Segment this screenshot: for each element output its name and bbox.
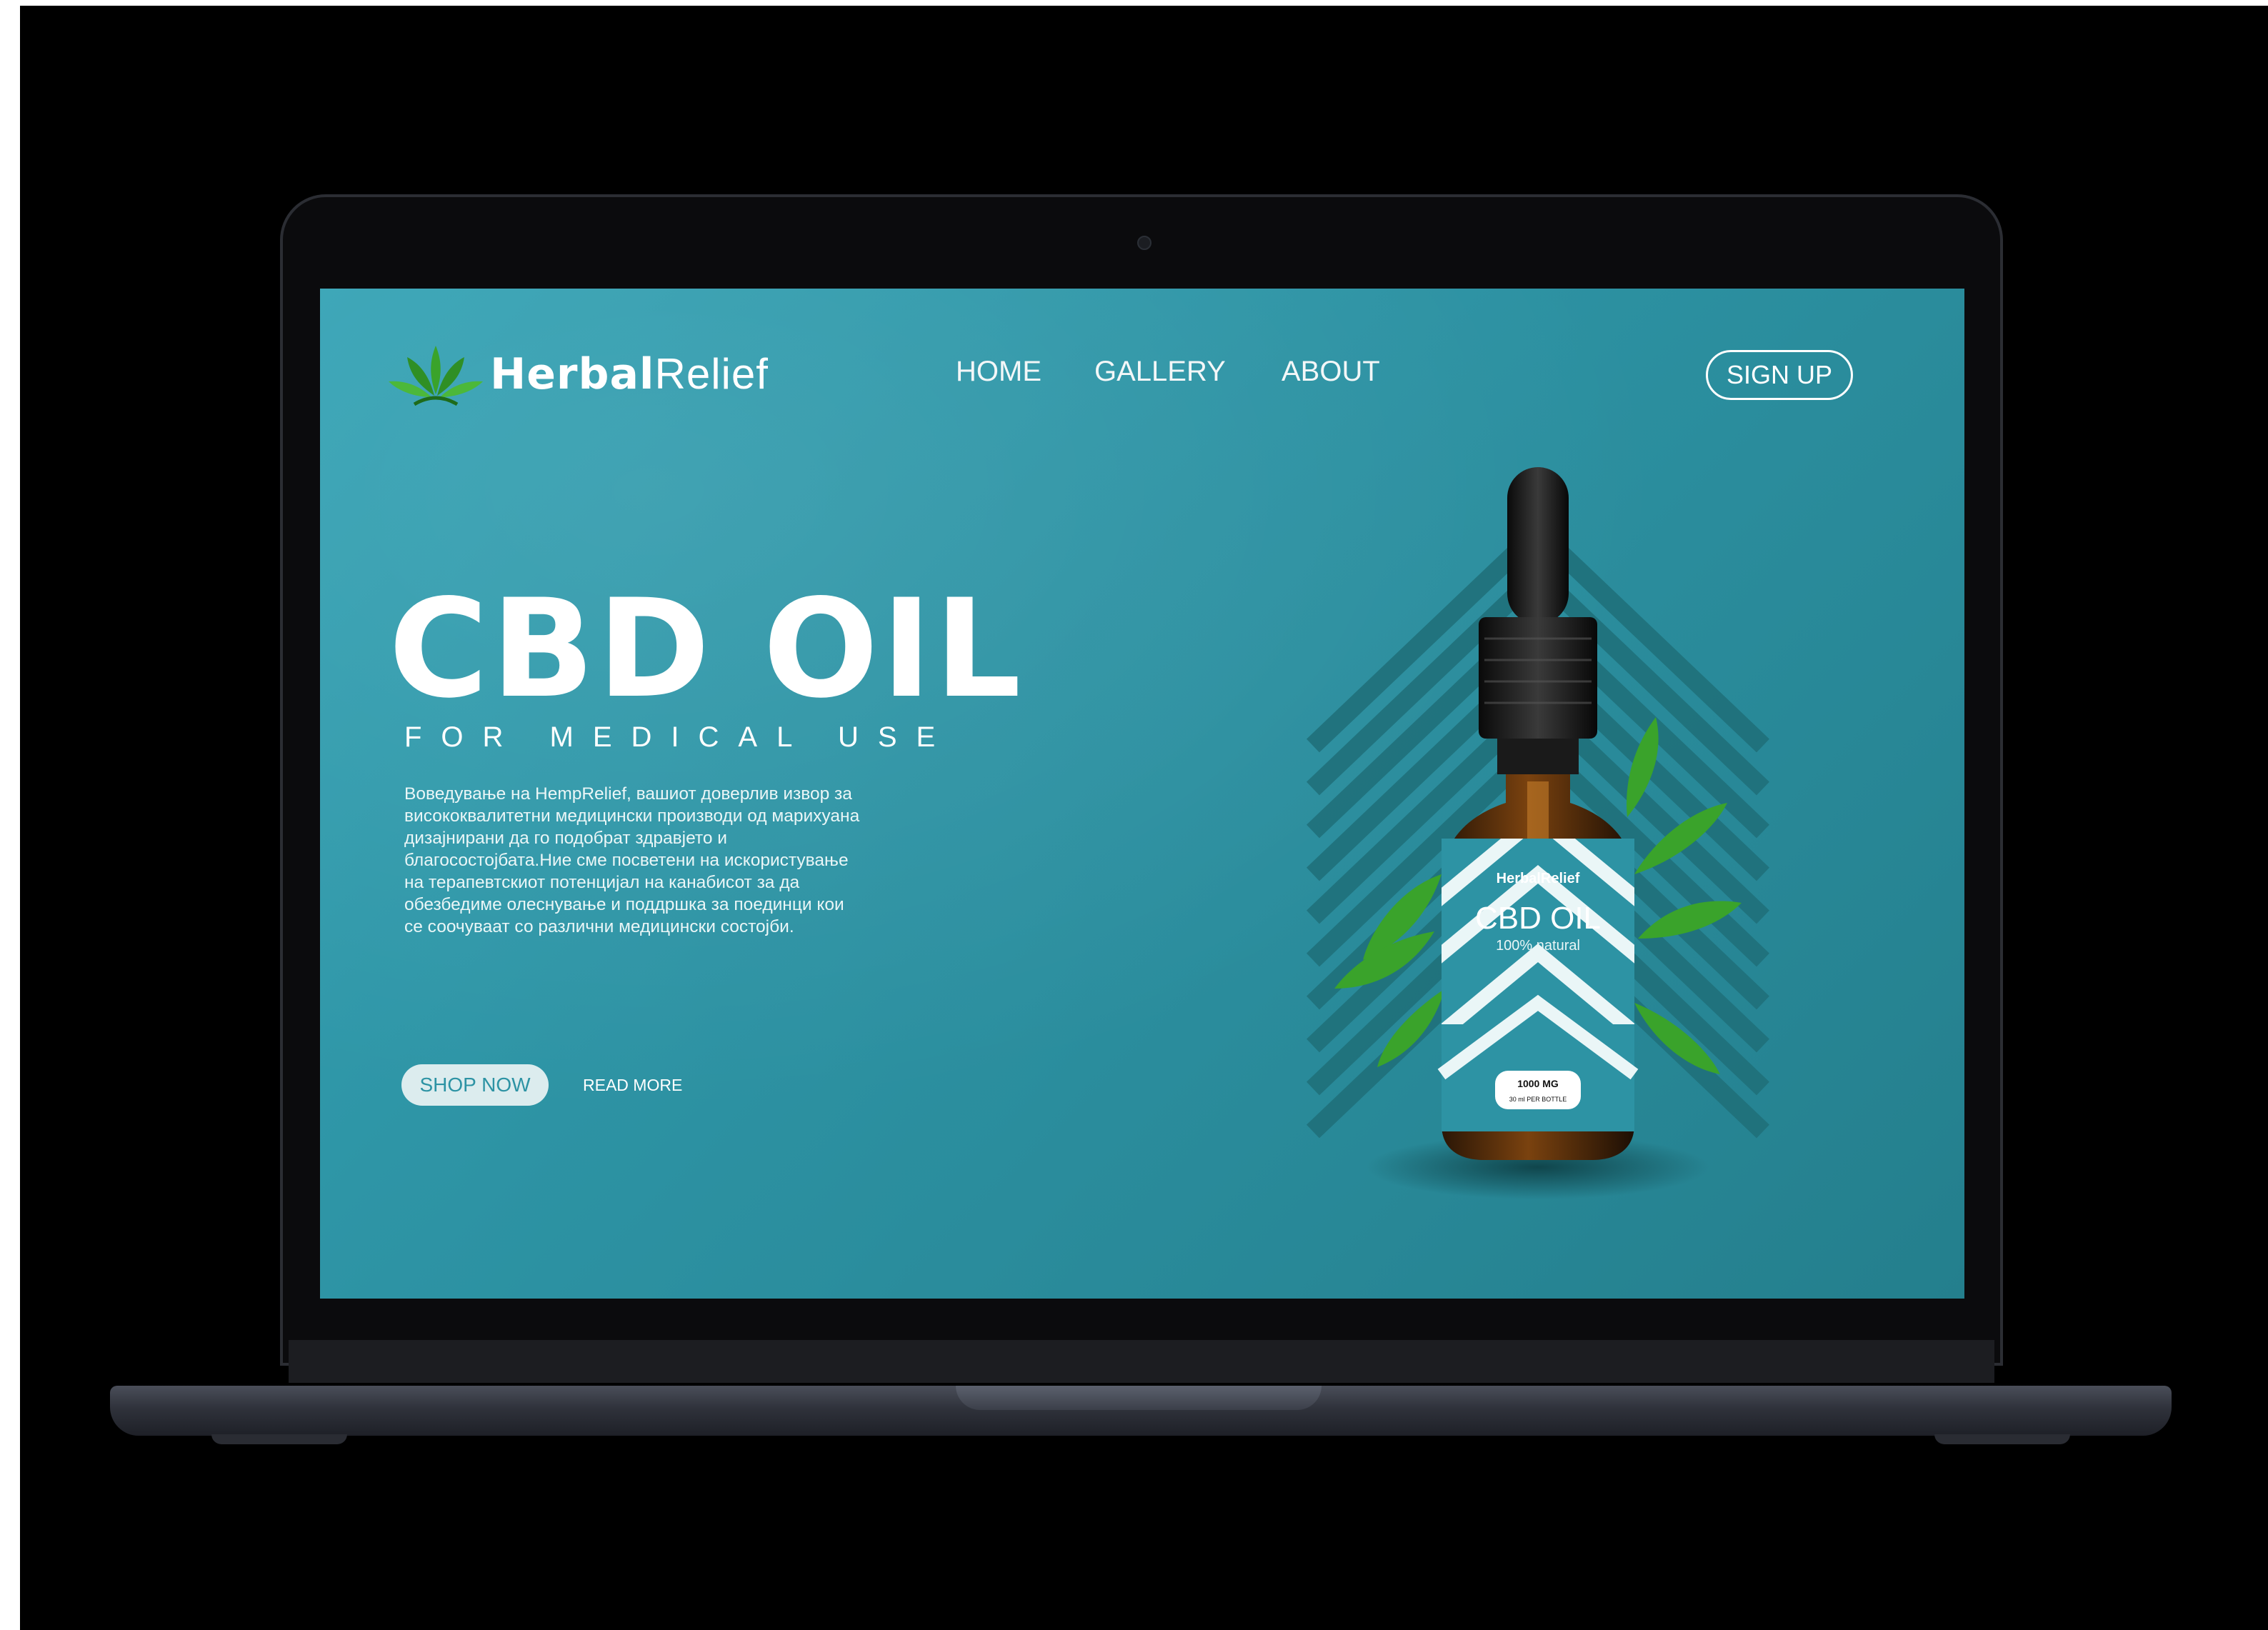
brand-logo[interactable]: HerbalRelief <box>386 339 769 410</box>
laptop-lid-notch <box>956 1386 1322 1410</box>
read-more-link[interactable]: READ MORE <box>583 1076 682 1095</box>
website-screen: HerbalRelief HOME GALLERY ABOUT SIGN UP … <box>320 289 1964 1299</box>
laptop-foot-right <box>1934 1434 2070 1444</box>
nav-about[interactable]: ABOUT <box>1282 356 1380 388</box>
brand-name: HerbalRelief <box>490 349 769 399</box>
hero-description: Воведување на HempRelief, вашиот доверли… <box>404 784 860 936</box>
label-title: CBD OIL <box>1475 901 1601 936</box>
nav-home[interactable]: HOME <box>956 356 1041 388</box>
nav-gallery[interactable]: GALLERY <box>1094 356 1226 388</box>
sign-up-button[interactable]: SIGN UP <box>1706 350 1853 400</box>
hero-title: CBD OIL <box>389 570 1024 728</box>
label-tagline: 100% natural <box>1496 938 1580 954</box>
laptop-foot-left <box>211 1434 347 1444</box>
leaf-logo-icon <box>389 346 483 406</box>
webcam <box>1137 236 1152 250</box>
cbd-oil-bottle-image: HerbalRelief CBD OIL 100% natural 1000 M… <box>1307 467 1769 1199</box>
hero-subtitle: FOR MEDICAL USE <box>404 721 955 753</box>
label-brand: HerbalRelief <box>1497 871 1580 886</box>
laptop-bezel-chin <box>289 1340 1994 1383</box>
shop-now-button[interactable]: SHOP NOW <box>401 1064 549 1106</box>
label-volume: 30 ml PER BOTTLE <box>1509 1096 1567 1103</box>
label-dose: 1000 MG <box>1517 1078 1559 1089</box>
